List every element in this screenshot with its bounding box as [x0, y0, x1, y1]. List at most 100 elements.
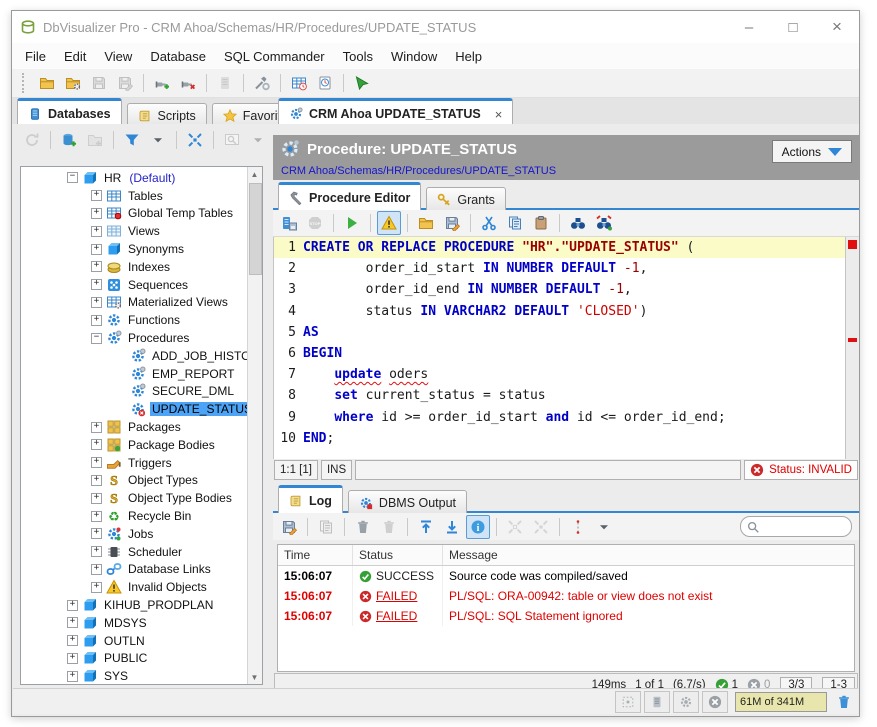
menu-file[interactable]: File	[16, 45, 55, 68]
execute-pointer-button[interactable]	[350, 71, 374, 95]
tab-grants[interactable]: Grants	[426, 187, 506, 211]
save-as-button[interactable]	[113, 71, 137, 95]
tree-item-procedures[interactable]: −Procedures	[21, 329, 248, 347]
show-warnings-button[interactable]	[377, 211, 401, 235]
code-line-1[interactable]: 1CREATE OR REPLACE PROCEDURE "HR"."UPDAT…	[274, 237, 859, 258]
actions-button[interactable]: Actions	[772, 140, 852, 163]
code-line-8[interactable]: 8 set current_status = status	[274, 385, 859, 406]
tree-item-package-bodies[interactable]: +Package Bodies	[21, 436, 248, 454]
open-with-settings-button[interactable]	[61, 71, 85, 95]
code-line-5[interactable]: 5AS	[274, 322, 859, 343]
menu-edit[interactable]: Edit	[55, 45, 95, 68]
filter-connections-button[interactable]	[120, 128, 144, 152]
tab-log[interactable]: Log	[278, 485, 343, 514]
expand-expander-icon[interactable]: +	[91, 315, 102, 326]
expand-expander-icon[interactable]: +	[91, 422, 102, 433]
task-monitor-button[interactable]	[313, 71, 337, 95]
menu-window[interactable]: Window	[382, 45, 446, 68]
menu-database[interactable]: Database	[141, 45, 215, 68]
memory-indicator[interactable]: 61M of 341M	[735, 692, 827, 712]
save-button[interactable]	[87, 71, 111, 95]
menu-view[interactable]: View	[95, 45, 141, 68]
tree-item-outln[interactable]: +OUTLN	[21, 632, 248, 650]
tab-crm-ahoa-update-status[interactable]: CRM Ahoa UPDATE_STATUS ×	[278, 98, 513, 127]
find-replace-button[interactable]	[592, 211, 616, 235]
error-mark-line7-icon[interactable]	[848, 338, 857, 342]
scroll-to-top-button[interactable]	[414, 515, 438, 539]
collapse-expander-icon[interactable]: −	[67, 172, 78, 183]
expand-expander-icon[interactable]: +	[91, 208, 102, 219]
tree-item-sequences[interactable]: +Sequences	[21, 276, 248, 294]
tree-item-sys[interactable]: +SYS	[21, 667, 248, 685]
expand-expander-icon[interactable]: +	[91, 226, 102, 237]
expand-expander-icon[interactable]: +	[67, 617, 78, 628]
log-row[interactable]: 15:06:07FAILEDPL/SQL: SQL Statement igno…	[278, 606, 854, 626]
expand-rows-button[interactable]	[503, 515, 527, 539]
database-info-button[interactable]	[213, 71, 237, 95]
insert-mode[interactable]: INS	[321, 460, 352, 480]
paste-button[interactable]	[529, 211, 553, 235]
error-mark-icon[interactable]	[848, 240, 857, 249]
log-row[interactable]: 15:06:07SUCCESSSource code was compiled/…	[278, 566, 854, 586]
tree-item-recycle-bin[interactable]: +♻Recycle Bin	[21, 507, 248, 525]
save-to-file-button[interactable]	[440, 211, 464, 235]
tree-item-jobs[interactable]: +Jobs	[21, 525, 248, 543]
expand-expander-icon[interactable]: +	[67, 600, 78, 611]
tree-item-functions[interactable]: +Functions	[21, 311, 248, 329]
tree-item-mdsys[interactable]: +MDSYS	[21, 614, 248, 632]
tool-properties-button[interactable]	[250, 71, 274, 95]
copy-log-button[interactable]	[314, 515, 338, 539]
errors-button[interactable]	[702, 691, 728, 713]
expand-expander-icon[interactable]: +	[91, 493, 102, 504]
tab-close-icon[interactable]: ×	[495, 107, 503, 122]
code-line-6[interactable]: 6BEGIN	[274, 343, 859, 364]
tree-item-database-links[interactable]: +Database Links	[21, 561, 248, 579]
menu-tools[interactable]: Tools	[334, 45, 382, 68]
show-details-button[interactable]: i	[466, 515, 490, 539]
copy-button[interactable]	[503, 211, 527, 235]
close-button[interactable]: ×	[815, 11, 859, 43]
clear-log-button[interactable]	[351, 515, 375, 539]
menu-help[interactable]: Help	[446, 45, 491, 68]
tree-item-hr[interactable]: −HR(Default)	[21, 169, 248, 187]
cut-button[interactable]	[477, 211, 501, 235]
scroll-up-icon[interactable]: ▲	[248, 167, 261, 181]
sql-editor[interactable]: 1CREATE OR REPLACE PROCEDURE "HR"."UPDAT…	[273, 237, 859, 459]
stop-execution-button[interactable]: STOP	[303, 211, 327, 235]
expand-expander-icon[interactable]: +	[67, 653, 78, 664]
code-line-4[interactable]: 4 status IN VARCHAR2 DEFAULT 'CLOSED')	[274, 301, 859, 322]
clear-all-log-button[interactable]	[377, 515, 401, 539]
load-from-file-button[interactable]	[414, 211, 438, 235]
compile-execute-button[interactable]	[340, 211, 364, 235]
tab-procedure-editor[interactable]: Procedure Editor	[278, 182, 421, 211]
tree-item-object-type-bodies[interactable]: +SObject Type Bodies	[21, 489, 248, 507]
tree-item-triggers[interactable]: +Triggers	[21, 454, 248, 472]
expand-expander-icon[interactable]: +	[91, 244, 102, 255]
log-column-status[interactable]: Status	[353, 545, 443, 565]
tree-item-scheduler[interactable]: +Scheduler	[21, 543, 248, 561]
code-line-3[interactable]: 3 order_id_end IN NUMBER DEFAULT -1,	[274, 279, 859, 300]
filter-menu-button[interactable]	[146, 128, 170, 152]
collapse-rows-button[interactable]	[529, 515, 553, 539]
log-column-time[interactable]: Time	[278, 545, 353, 565]
expand-expander-icon[interactable]: +	[91, 297, 102, 308]
tab-databases[interactable]: Databases	[17, 98, 122, 127]
scroll-thumb[interactable]	[249, 183, 262, 275]
code-line-2[interactable]: 2 order_id_start IN NUMBER DEFAULT -1,	[274, 258, 859, 279]
row-height-menu-button[interactable]	[592, 515, 616, 539]
tree-item-tables[interactable]: +Tables	[21, 187, 248, 205]
expand-expander-icon[interactable]: +	[91, 582, 102, 593]
expand-expander-icon[interactable]: +	[91, 190, 102, 201]
maximize-button[interactable]: □	[771, 11, 815, 43]
code-line-7[interactable]: 7 update oders	[274, 364, 859, 385]
collapse-all-button[interactable]	[183, 128, 207, 152]
create-connection-button[interactable]	[57, 128, 81, 152]
tree-item-synonyms[interactable]: +Synonyms	[21, 240, 248, 258]
save-procedure-button[interactable]	[277, 211, 301, 235]
refresh-objects-button[interactable]	[20, 128, 44, 152]
tree-item-public[interactable]: +PUBLIC	[21, 650, 248, 668]
tree-item-emp-report[interactable]: EMP_REPORT	[21, 365, 248, 383]
expand-expander-icon[interactable]: +	[91, 439, 102, 450]
create-folder-button[interactable]	[83, 128, 107, 152]
locate-in-tree-button[interactable]	[220, 128, 244, 152]
